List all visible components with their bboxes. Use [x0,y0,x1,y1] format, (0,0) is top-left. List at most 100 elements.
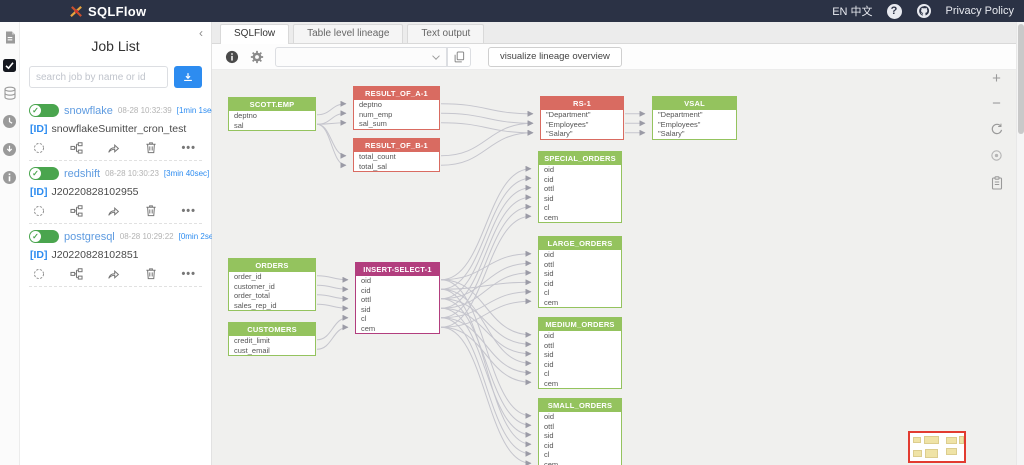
toolbar-info-icon[interactable] [225,50,239,64]
node-column[interactable]: "Department" [541,110,623,120]
node-column[interactable]: cid [539,175,621,185]
lineage-node-SPECIAL_ORDERS[interactable]: SPECIAL_ORDERSoidcidottlsidclcem [538,151,622,223]
node-title[interactable]: RESULT_OF_A-1 [354,87,439,100]
node-column[interactable]: credit_limit [229,336,315,346]
node-column[interactable]: cid [356,286,439,296]
job-name[interactable]: snowflake [64,105,113,117]
lineage-node-RESULT_OF_A-1[interactable]: RESULT_OF_A-1deptnonum_empsal_sum [353,86,440,130]
lineage-node-VSAL[interactable]: VSAL"Department""Employees""Salary" [652,96,737,140]
node-column[interactable]: sal_sum [354,119,439,129]
node-title[interactable]: RESULT_OF_B-1 [354,139,439,152]
info-icon[interactable] [2,170,17,185]
node-column[interactable]: cid [539,360,621,370]
tab-sqlflow[interactable]: SQLFlow [220,24,289,44]
node-column[interactable]: cem [539,298,621,308]
toolbar-settings-icon[interactable] [250,50,264,64]
job-lineage-icon[interactable] [70,142,83,154]
node-column[interactable]: order_id [229,272,315,282]
node-column[interactable]: sal [229,121,315,131]
node-column[interactable]: cl [539,369,621,379]
node-column[interactable]: ottl [539,341,621,351]
submit-job-button[interactable] [174,66,202,88]
node-column[interactable]: deptno [354,100,439,110]
page-scrollbar[interactable] [1016,22,1024,465]
center-focus-icon[interactable] [990,149,1003,164]
job-rerun-icon[interactable] [33,205,45,217]
node-column[interactable]: "Department" [653,110,736,120]
node-title[interactable]: SPECIAL_ORDERS [539,152,621,165]
node-column[interactable]: sid [539,350,621,360]
job-delete-icon[interactable] [145,141,157,154]
lineage-canvas[interactable]: + − [212,70,1016,465]
zoom-out-icon[interactable]: − [992,97,1001,110]
job-more-icon[interactable]: ••• [181,143,196,153]
minimap[interactable] [908,431,966,463]
node-title[interactable]: LARGE_ORDERS [539,237,621,250]
zoom-in-icon[interactable]: + [992,72,1001,85]
sql-file-icon[interactable] [3,30,17,45]
node-column[interactable]: sid [539,431,621,441]
lineage-node-CUSTOMERS[interactable]: CUSTOMERScredit_limitcust_email [228,322,316,356]
download-icon[interactable] [2,142,17,157]
job-delete-icon[interactable] [145,267,157,280]
node-column[interactable]: cid [539,279,621,289]
node-column[interactable]: order_total [229,291,315,301]
github-icon[interactable] [916,3,932,19]
lineage-node-MEDIUM_ORDERS[interactable]: MEDIUM_ORDERSoidottlsidcidclcem [538,317,622,389]
node-column[interactable]: total_count [354,152,439,162]
collapse-panel-icon[interactable]: ‹ [199,26,203,40]
node-column[interactable]: deptno [229,111,315,121]
node-column[interactable]: customer_id [229,282,315,292]
node-column[interactable]: total_sal [354,162,439,172]
node-column[interactable]: cid [539,441,621,451]
node-column[interactable]: sid [539,269,621,279]
lineage-node-INSERT-SELECT-1[interactable]: INSERT-SELECT-1oidcidottlsidclcem [355,262,440,334]
node-column[interactable]: ottl [539,184,621,194]
lineage-node-LARGE_ORDERS[interactable]: LARGE_ORDERSoidottlsidcidclcem [538,236,622,308]
node-title[interactable]: MEDIUM_ORDERS [539,318,621,331]
job-success-toggle[interactable] [29,104,59,117]
node-title[interactable]: VSAL [653,97,736,110]
node-column[interactable]: num_emp [354,110,439,120]
job-lineage-icon[interactable] [70,205,83,217]
node-column[interactable]: sales_rep_id [229,301,315,311]
scrollbar-thumb[interactable] [1018,24,1024,134]
node-column[interactable]: "Salary" [653,129,736,139]
job-name[interactable]: redshift [64,168,100,180]
lineage-node-SCOTT.EMP[interactable]: SCOTT.EMPdeptnosal [228,97,316,131]
job-name[interactable]: postgresql [64,231,115,243]
node-column[interactable]: cust_email [229,346,315,356]
lineage-node-SMALL_ORDERS[interactable]: SMALL_ORDERSoidottlsidcidclcem [538,398,622,465]
node-title[interactable]: SMALL_ORDERS [539,399,621,412]
node-column[interactable]: "Salary" [541,129,623,139]
job-success-toggle[interactable] [29,230,59,243]
job-search-input[interactable] [29,66,168,88]
job-rerun-icon[interactable] [33,268,45,280]
node-column[interactable]: "Employees" [541,120,623,130]
job-delete-icon[interactable] [145,204,157,217]
node-column[interactable]: oid [356,276,439,286]
node-column[interactable]: cl [356,314,439,324]
node-column[interactable]: cem [539,213,621,223]
language-switch[interactable]: EN 中文 [832,3,872,19]
node-column[interactable]: cl [539,203,621,213]
lineage-node-RESULT_OF_B-1[interactable]: RESULT_OF_B-1total_counttotal_sal [353,138,440,172]
job-rerun-icon[interactable] [33,142,45,154]
tab-text-output[interactable]: Text output [407,24,484,43]
sqlflow-logo[interactable]: SQLFlow [70,4,146,19]
node-column[interactable]: cl [539,288,621,298]
node-title[interactable]: SCOTT.EMP [229,98,315,111]
node-column[interactable]: sid [356,305,439,315]
job-more-icon[interactable]: ••• [181,206,196,216]
job-lineage-icon[interactable] [70,268,83,280]
node-column[interactable]: "Employees" [653,120,736,130]
node-column[interactable]: oid [539,331,621,341]
reset-icon[interactable] [990,122,1003,137]
history-icon[interactable] [2,114,17,129]
node-column[interactable]: cl [539,450,621,460]
job-more-icon[interactable]: ••• [181,269,196,279]
job-share-icon[interactable] [107,205,120,217]
clipboard-icon[interactable] [991,176,1003,192]
node-title[interactable]: CUSTOMERS [229,323,315,336]
node-column[interactable]: ottl [356,295,439,305]
